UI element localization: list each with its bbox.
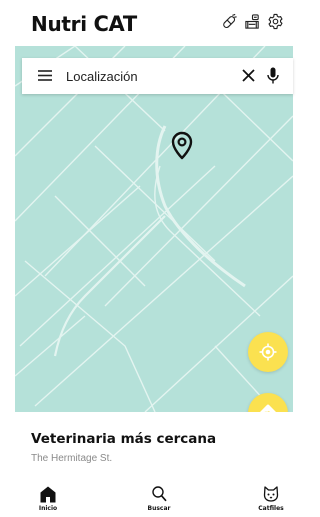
header-actions	[221, 13, 284, 30]
home-icon	[40, 486, 56, 503]
hamburger-menu-icon[interactable]	[38, 70, 52, 81]
app-header: Nutri CAT	[0, 0, 293, 46]
search-icon	[152, 486, 167, 502]
nav-label-inicio: Inicio	[38, 505, 58, 512]
nav-label-catfiles: Catfiles	[258, 505, 284, 512]
nearest-vet-panel[interactable]: Veterinaria más cercana The Hermitage St…	[0, 412, 293, 472]
nav-item-buscar[interactable]: Buscar	[129, 472, 189, 517]
pill-icon[interactable]	[221, 13, 238, 30]
nav-item-catfiles[interactable]: Catfiles	[241, 472, 301, 517]
settings-gear-icon[interactable]	[267, 13, 284, 30]
nav-item-inicio[interactable]: Inicio	[18, 472, 78, 517]
location-search-bar	[22, 58, 293, 94]
bottom-navigation: Inicio Buscar Catfiles	[0, 472, 293, 517]
cat-icon	[263, 486, 279, 502]
nearest-vet-address: The Hermitage St.	[31, 453, 113, 464]
app-screen: Nutri CAT Localización Veterinaria más c…	[0, 0, 293, 517]
logo-text-nutri: Nutri	[31, 12, 87, 36]
nav-label-buscar: Buscar	[147, 505, 171, 512]
logo-text-cat: CAT	[93, 12, 137, 36]
my-location-button[interactable]	[248, 332, 288, 372]
my-location-icon	[259, 343, 277, 361]
microphone-icon[interactable]	[267, 67, 279, 84]
close-icon[interactable]	[242, 69, 255, 82]
location-search-input[interactable]	[66, 67, 226, 85]
app-logo: Nutri CAT	[31, 12, 137, 36]
nearest-vet-title: Veterinaria más cercana	[31, 431, 217, 447]
food-bowl-icon[interactable]	[244, 13, 261, 30]
location-pin-icon[interactable]	[170, 131, 194, 161]
